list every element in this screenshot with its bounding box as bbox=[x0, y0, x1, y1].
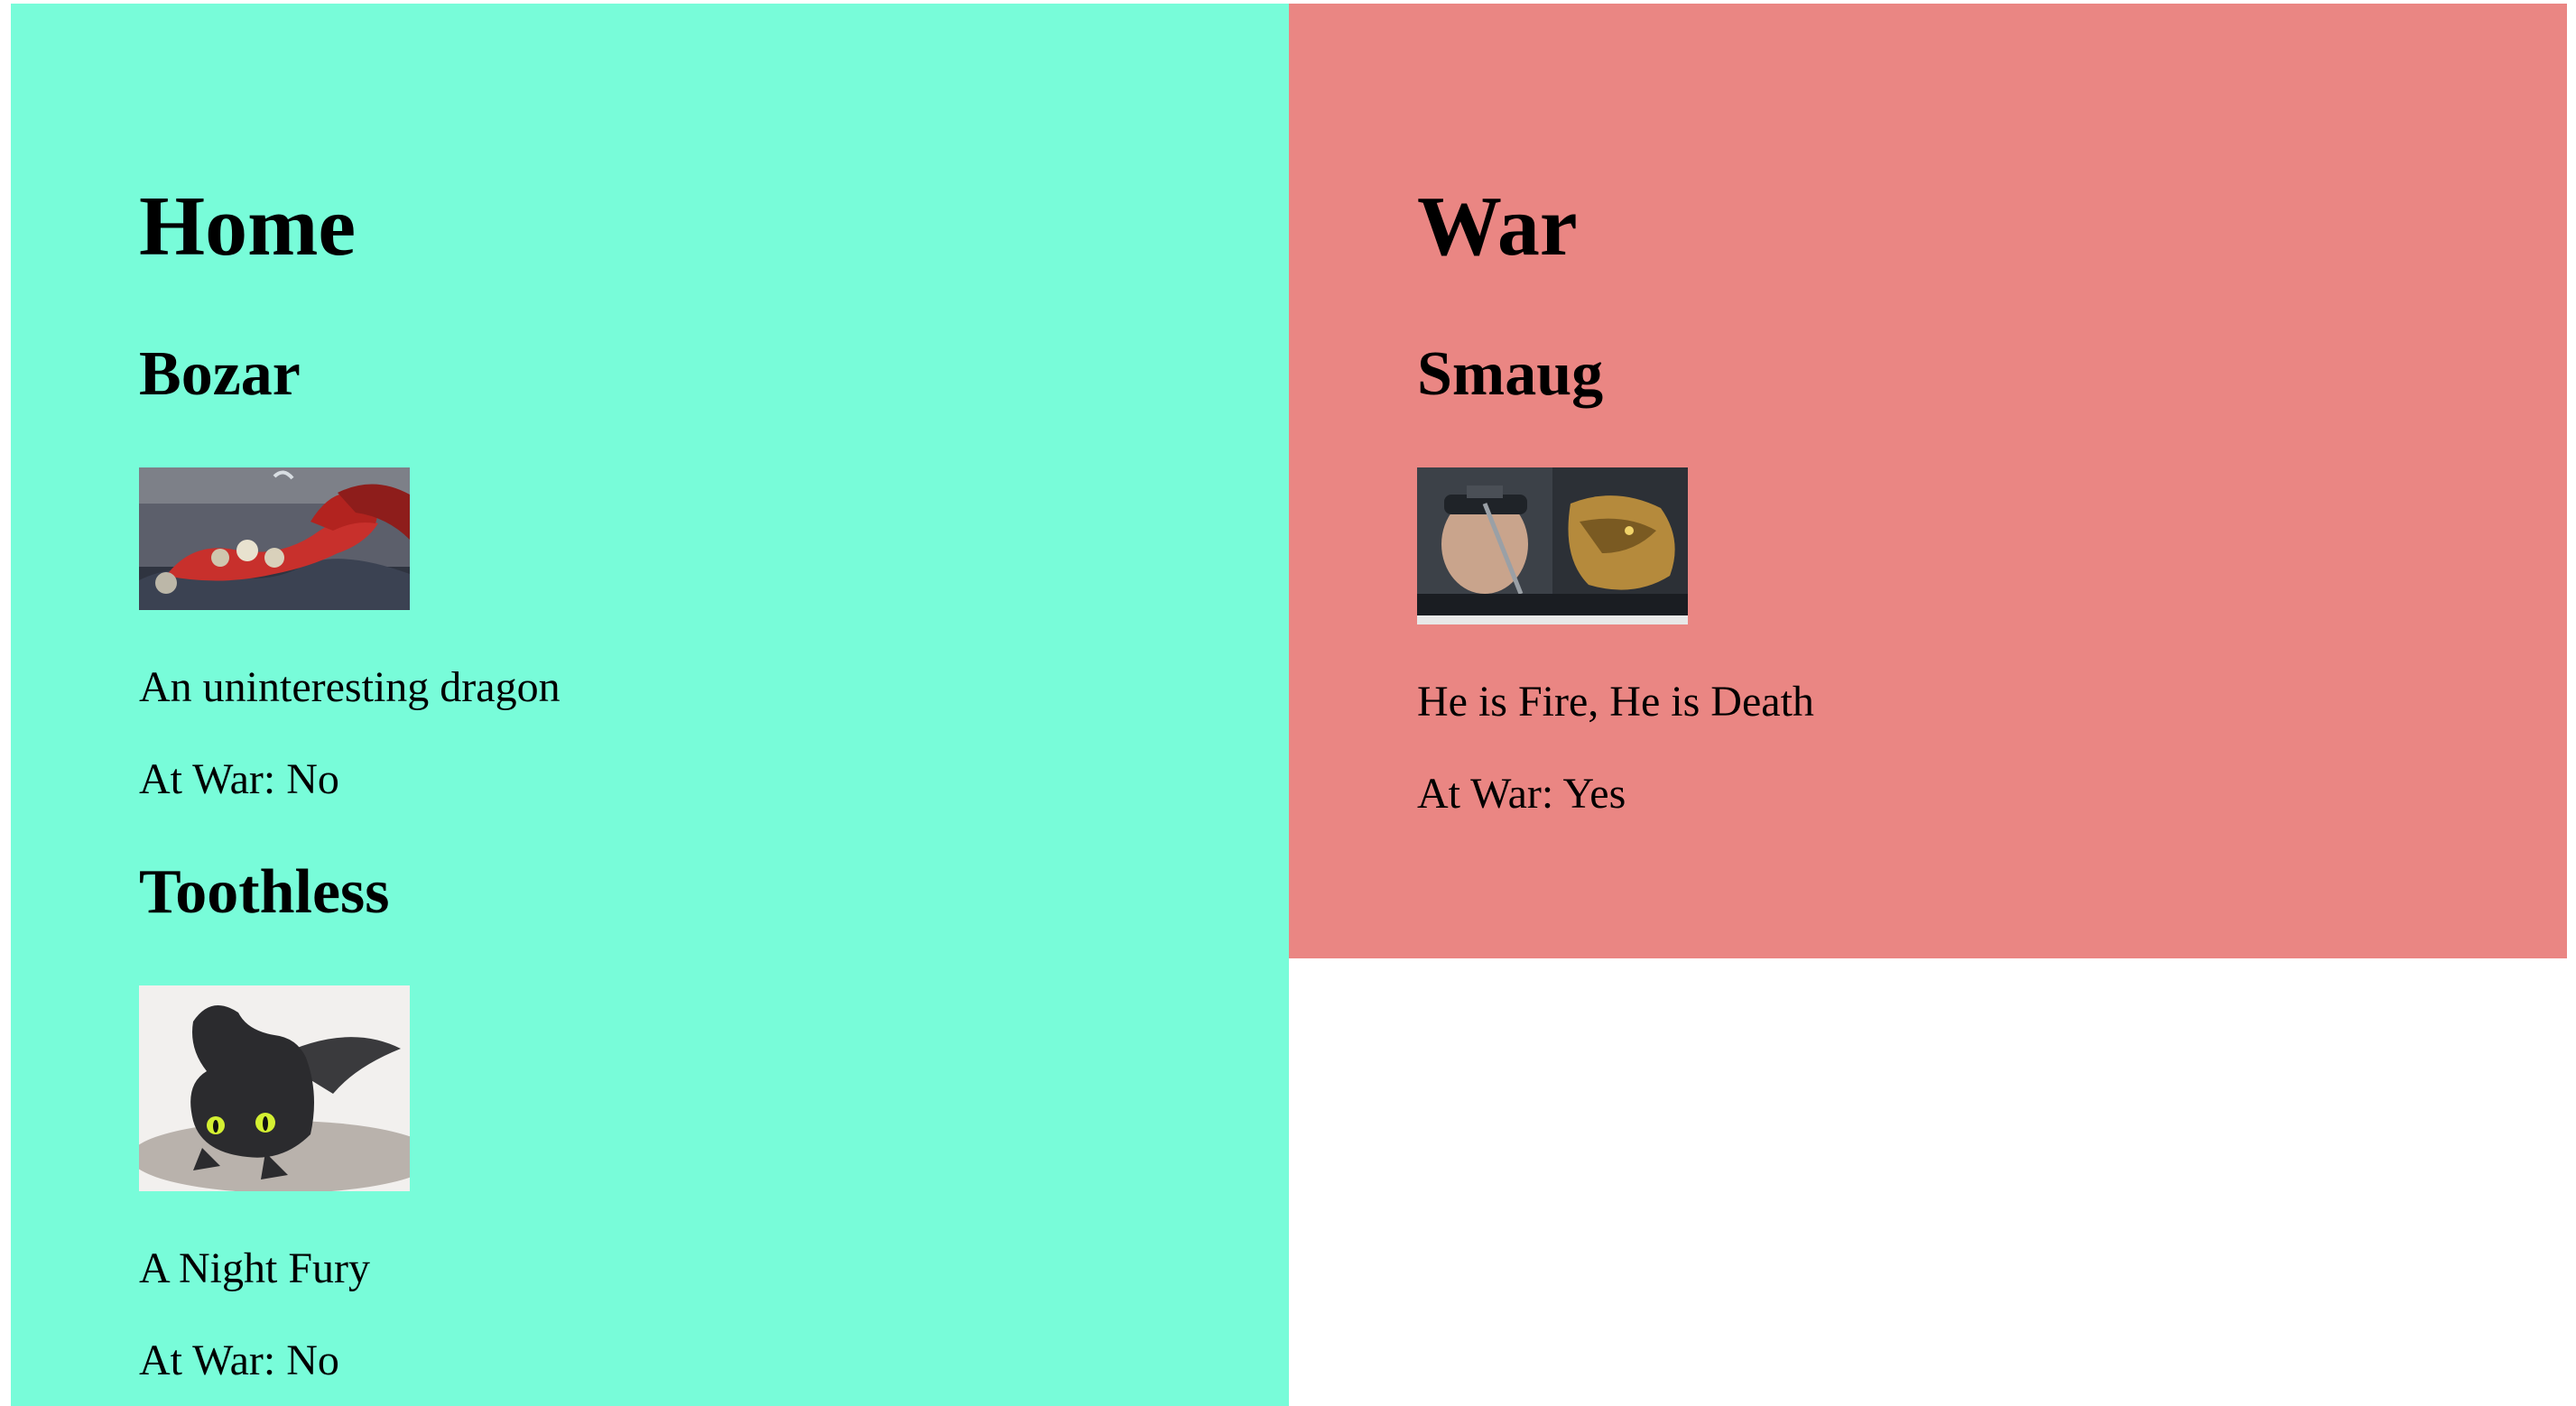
dragon-description: He is Fire, He is Death bbox=[1417, 678, 1814, 726]
dragon-card-toothless: Toothless A Night Fury At War: No bbox=[139, 861, 1289, 1383]
dragon-name: Smaug bbox=[1417, 339, 1604, 409]
home-title: Home bbox=[139, 180, 357, 273]
dragon-description: A Night Fury bbox=[139, 1244, 371, 1292]
home-panel: Home Bozar An uninteresting dragon At Wa… bbox=[11, 4, 1289, 1406]
dragon-image-smaug bbox=[1417, 467, 1688, 624]
dragon-at-war-status: At War: No bbox=[139, 755, 339, 803]
war-panel: War Smaug He is Fire, He is Death At War… bbox=[1289, 4, 2567, 958]
dragon-description: An uninteresting dragon bbox=[139, 663, 561, 711]
dragon-image-toothless bbox=[139, 985, 410, 1191]
dragon-at-war-status: At War: Yes bbox=[1417, 770, 1626, 818]
dragon-name: Bozar bbox=[139, 339, 301, 409]
dragon-image-bozar bbox=[139, 467, 410, 610]
dragon-name: Toothless bbox=[139, 857, 390, 927]
dragon-card-smaug: Smaug He is Fire, He is Death At War: Ye… bbox=[1417, 343, 2567, 816]
dragon-card-bozar: Bozar An uninteresting dragon At War: No bbox=[139, 343, 1289, 801]
dragon-at-war-status: At War: No bbox=[139, 1337, 339, 1384]
war-title: War bbox=[1417, 180, 1578, 273]
